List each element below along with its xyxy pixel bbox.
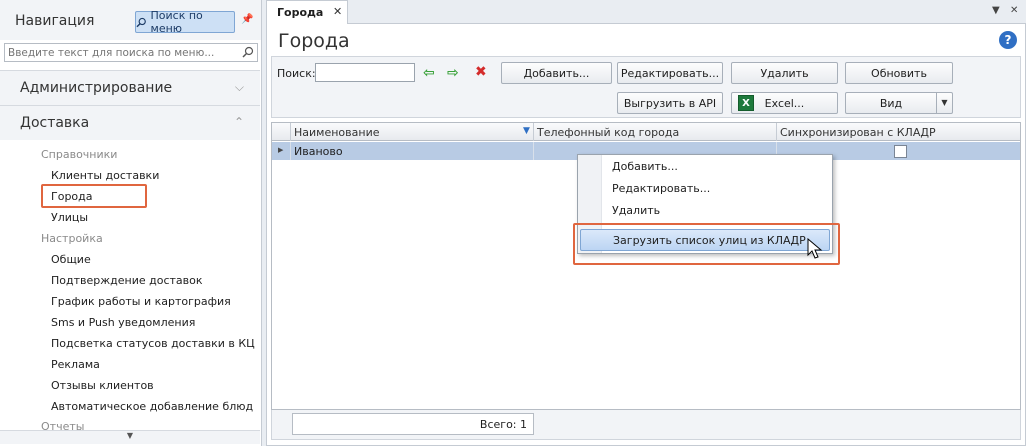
add-button[interactable]: Добавить... <box>501 62 612 84</box>
export-api-button[interactable]: Выгрузить в API <box>617 92 723 114</box>
menu-search-button[interactable]: Поиск по меню <box>135 9 235 35</box>
navigation-header: Навигация Поиск по меню 📌 <box>0 0 261 40</box>
nav-section-label: Администрирование <box>20 80 173 96</box>
navigation-panel: Навигация Поиск по меню 📌 Администрирова… <box>0 0 262 446</box>
delete-button[interactable]: Удалить <box>731 62 838 84</box>
column-separator <box>290 123 291 141</box>
context-menu-delete[interactable]: Удалить <box>612 204 660 217</box>
total-count: Всего: 1 <box>479 418 527 431</box>
nav-item-ads[interactable]: Реклама <box>51 358 100 371</box>
column-separator <box>776 123 777 141</box>
tab-list-dropdown-icon[interactable]: ▼ <box>992 5 1000 16</box>
edit-button[interactable]: Редактировать... <box>617 62 723 84</box>
nav-section-administration[interactable]: Администрирование ⌵ <box>0 70 260 105</box>
search-icon <box>136 17 146 27</box>
row-indicator-icon: ▶ <box>278 146 284 154</box>
nav-item-sms-push[interactable]: Sms и Push уведомления <box>51 316 195 329</box>
nav-group-directories: Справочники <box>41 148 118 161</box>
nav-item-auto-add-dishes[interactable]: Автоматическое добавление блюд <box>51 400 253 413</box>
tab-label: Города <box>277 6 324 19</box>
nav-item-schedule-maps[interactable]: График работы и картография <box>51 295 231 308</box>
view-dropdown-button[interactable]: Вид ▼ <box>845 92 953 114</box>
nav-item-status-highlight[interactable]: Подсветка статусов доставки в КЦ <box>51 337 255 350</box>
clear-search-icon[interactable]: ✖ <box>475 64 487 80</box>
nav-item-streets[interactable]: Улицы <box>51 211 88 224</box>
close-icon[interactable]: ✕ <box>333 5 342 18</box>
context-menu-edit[interactable]: Редактировать... <box>612 182 710 195</box>
arrow-left-icon[interactable]: ⇦ <box>423 65 435 81</box>
nav-item-delivery-clients[interactable]: Клиенты доставки <box>51 169 159 182</box>
column-header-kladr-sync[interactable]: Синхронизирован с КЛАДР <box>780 126 936 139</box>
scroll-down-button[interactable]: ▼ <box>0 430 260 444</box>
navigation-title: Навигация <box>15 13 95 29</box>
nav-group-settings: Настройка <box>41 232 103 245</box>
column-separator <box>533 142 534 160</box>
refresh-button[interactable]: Обновить <box>845 62 953 84</box>
search-label: Поиск: <box>277 67 316 80</box>
nav-item-delivery-confirmation[interactable]: Подтверждение доставок <box>51 274 203 287</box>
column-header-name[interactable]: Наименование <box>294 126 379 139</box>
chevron-down-icon[interactable]: ▼ <box>936 93 952 113</box>
table-header: Наименование ▼ Телефонный код города Син… <box>272 123 1020 141</box>
column-separator <box>533 123 534 141</box>
nav-item-reviews[interactable]: Отзывы клиентов <box>51 379 154 392</box>
page-title: Города <box>278 30 350 52</box>
arrow-right-icon[interactable]: ⇨ <box>447 65 459 81</box>
excel-icon: X <box>738 95 754 111</box>
search-icon <box>242 46 254 58</box>
excel-button-label: Excel... <box>764 96 805 110</box>
view-button-label: Вид <box>879 96 903 110</box>
chevron-up-icon: ⌃ <box>233 115 244 129</box>
load-streets-highlight-frame <box>573 223 840 265</box>
chevron-down-icon: ⌵ <box>234 80 244 94</box>
menu-search-input[interactable] <box>5 44 239 61</box>
kladr-sync-checkbox[interactable] <box>894 145 907 158</box>
tab-strip: Города ✕ ▼ ✕ <box>266 0 1026 25</box>
pin-icon[interactable]: 📌 <box>241 14 253 25</box>
column-header-phone-code[interactable]: Телефонный код города <box>537 126 679 139</box>
nav-item-general[interactable]: Общие <box>51 253 91 266</box>
menu-search-button-label: Поиск по меню <box>150 9 203 35</box>
toolbar: Поиск: ⇦ ⇨ ✖ Добавить... Редактировать..… <box>271 56 1021 118</box>
cell-name: Иваново <box>294 145 343 158</box>
mouse-cursor-icon <box>807 238 823 259</box>
column-separator <box>290 142 291 160</box>
total-count-box: Всего: 1 <box>292 413 534 435</box>
menu-search-field[interactable] <box>4 43 258 62</box>
search-input[interactable] <box>315 63 415 82</box>
context-menu-add[interactable]: Добавить... <box>612 160 678 173</box>
help-icon[interactable]: ? <box>999 31 1017 49</box>
tab-cities[interactable]: Города ✕ <box>266 0 348 25</box>
close-all-icon[interactable]: ✕ <box>1010 5 1018 16</box>
filter-icon[interactable]: ▼ <box>523 126 530 136</box>
nav-section-delivery[interactable]: Доставка ⌃ <box>0 105 260 140</box>
excel-button[interactable]: X Excel... <box>731 92 838 114</box>
nav-section-label: Доставка <box>20 115 90 131</box>
cities-highlight-frame <box>41 184 147 208</box>
table-footer: Всего: 1 <box>271 410 1021 440</box>
